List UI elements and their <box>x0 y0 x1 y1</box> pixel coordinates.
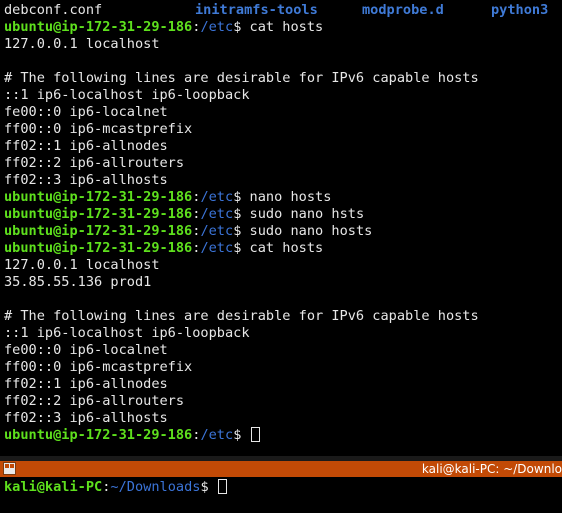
command-text: cat hosts <box>241 19 324 35</box>
prompt-user-host: ubuntu@ip-172-31-29-186 <box>4 189 193 205</box>
output-line: # The following lines are desirable for … <box>4 70 479 87</box>
output-line: 35.85.55.136 prod1 <box>4 274 479 291</box>
terminal-pane-bottom[interactable]: kali@kali-PC:~/Downloads$ <box>0 477 562 513</box>
output-line: ff02::3 ip6-allhosts <box>4 172 479 189</box>
output-line: ff02::3 ip6-allhosts <box>4 410 479 427</box>
bottom-prompt-line: kali@kali-PC:~/Downloads$ <box>4 479 227 496</box>
output-line: ff02::2 ip6-allrouters <box>4 155 479 172</box>
output-line: ::1 ip6-localhost ip6-loopback <box>4 87 479 104</box>
listing-dir-initramfs: initramfs-tools <box>195 2 318 18</box>
listing-dir-python3: python3 <box>491 2 549 18</box>
command-line: ubuntu@ip-172-31-29-186:/etc$ cat hosts <box>4 19 479 36</box>
output-line: ::1 ip6-localhost ip6-loopback <box>4 325 479 342</box>
output-text: ff02::3 ip6-allhosts <box>4 410 168 426</box>
output-text: 35.85.55.136 prod1 <box>4 274 152 290</box>
prompt-path: /etc <box>200 223 234 239</box>
prompt-path: /etc <box>200 19 234 35</box>
prompt-path: /etc <box>200 427 234 443</box>
output-text: ff02::2 ip6-allrouters <box>4 393 185 409</box>
output-line: 127.0.0.1 localhost <box>4 36 479 53</box>
output-line: ff00::0 ip6-mcastprefix <box>4 121 479 138</box>
active-prompt-line: ubuntu@ip-172-31-29-186:/etc$ <box>4 427 479 444</box>
output-text: ff02::2 ip6-allrouters <box>4 155 185 171</box>
output-text: ff02::3 ip6-allhosts <box>4 172 168 188</box>
output-text: # The following lines are desirable for … <box>4 308 479 324</box>
output-line: ff00::0 ip6-mcastprefix <box>4 359 479 376</box>
command-text-empty <box>241 427 249 443</box>
prompt-user-host: kali@kali-PC <box>4 479 103 495</box>
output-text: ff00::0 ip6-mcastprefix <box>4 121 193 137</box>
output-text: fe00::0 ip6-localnet <box>4 342 168 358</box>
command-text: nano hosts <box>241 189 332 205</box>
bottom-terminal-titlebar[interactable]: kali@kali-PC: ~/Downlo <box>0 461 562 477</box>
output-text: fe00::0 ip6-localnet <box>4 104 168 120</box>
prompt-user-host: ubuntu@ip-172-31-29-186 <box>4 206 193 222</box>
command-line: ubuntu@ip-172-31-29-186:/etc$ sudo nano … <box>4 223 479 240</box>
output-line: ff02::1 ip6-allnodes <box>4 376 479 393</box>
directory-listing-row: debconf.conf initramfs-tools modprobe.d … <box>4 2 548 19</box>
command-line: ubuntu@ip-172-31-29-186:/etc$ sudo nano … <box>4 206 479 223</box>
output-text: ff02::1 ip6-allnodes <box>4 376 168 392</box>
output-text: 127.0.0.1 localhost <box>4 257 160 273</box>
listing-dir-modprobe: modprobe.d <box>362 2 444 18</box>
bottom-terminal-title: kali@kali-PC: ~/Downlo <box>421 462 562 476</box>
listing-file-debconf: debconf.conf <box>4 2 103 18</box>
output-line: 127.0.0.1 localhost <box>4 257 479 274</box>
command-line: ubuntu@ip-172-31-29-186:/etc$ cat hosts <box>4 240 479 257</box>
output-text: # The following lines are desirable for … <box>4 70 479 86</box>
terminal-output: debconf.conf initramfs-tools modprobe.d … <box>4 2 548 444</box>
terminal-cursor[interactable] <box>217 479 227 494</box>
output-text: ff00::0 ip6-mcastprefix <box>4 359 193 375</box>
prompt-path: /etc <box>200 189 234 205</box>
command-text: sudo nano hsts <box>241 206 365 222</box>
command-text: cat hosts <box>241 240 324 256</box>
prompt-path: /etc <box>200 206 234 222</box>
prompt-path: ~/Downloads <box>110 479 201 495</box>
output-text: ff02::1 ip6-allnodes <box>4 138 168 154</box>
prompt-user-host: ubuntu@ip-172-31-29-186 <box>4 427 193 443</box>
prompt-user-host: ubuntu@ip-172-31-29-186 <box>4 223 193 239</box>
prompt-path: /etc <box>200 240 234 256</box>
output-line: fe00::0 ip6-localnet <box>4 104 479 121</box>
terminal-pane-top[interactable]: debconf.conf initramfs-tools modprobe.d … <box>0 0 562 456</box>
output-line: # The following lines are desirable for … <box>4 308 479 325</box>
terminal-split-icon[interactable] <box>3 462 16 475</box>
output-line: ff02::1 ip6-allnodes <box>4 138 479 155</box>
output-line: fe00::0 ip6-localnet <box>4 342 479 359</box>
output-line: ff02::2 ip6-allrouters <box>4 393 479 410</box>
prompt-user-host: ubuntu@ip-172-31-29-186 <box>4 240 193 256</box>
output-text: ::1 ip6-localhost ip6-loopback <box>4 87 250 103</box>
terminal-cursor[interactable] <box>250 427 260 442</box>
prompt-dollar: $ <box>200 479 209 495</box>
output-text: ::1 ip6-localhost ip6-loopback <box>4 325 250 341</box>
command-text: sudo nano hosts <box>241 223 373 239</box>
command-line: ubuntu@ip-172-31-29-186:/etc$ nano hosts <box>4 189 479 206</box>
